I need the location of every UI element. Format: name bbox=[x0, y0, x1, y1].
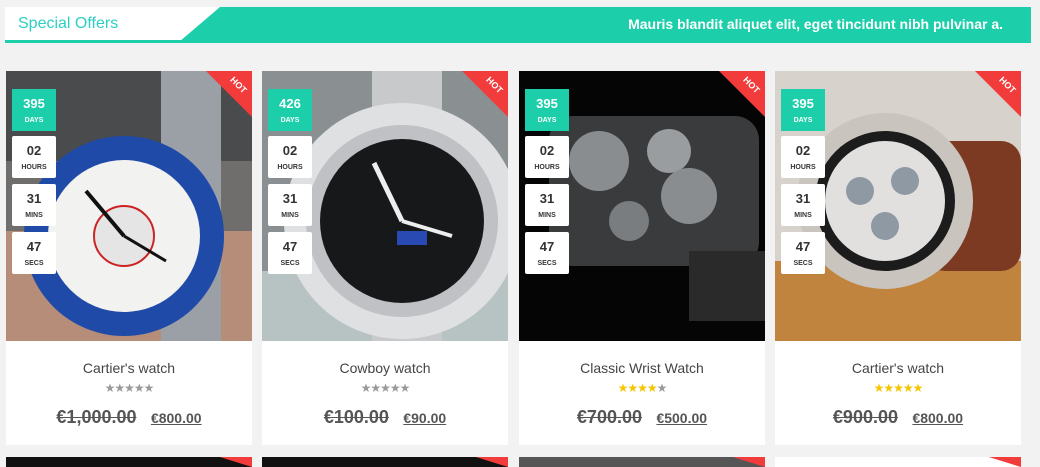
rating-stars: ★★★★★ bbox=[262, 381, 508, 395]
star-icon: ★ bbox=[133, 381, 145, 395]
rating-stars: ★★★★★ bbox=[519, 381, 765, 395]
countdown-hours: 02 HOURS bbox=[12, 136, 56, 178]
star-icon: ★ bbox=[380, 381, 391, 395]
rating-stars: ★★★★★ bbox=[775, 381, 1021, 395]
star-icon: ★ bbox=[883, 381, 894, 395]
star-icon: ★ bbox=[627, 381, 638, 395]
countdown-mins: 31 MINS bbox=[525, 184, 569, 226]
star-icon: ★ bbox=[646, 381, 658, 395]
hot-badge bbox=[219, 457, 252, 467]
star-icon: ★ bbox=[389, 381, 401, 395]
product-card-partial[interactable] bbox=[6, 457, 252, 467]
product-title[interactable]: Cartier's watch bbox=[775, 360, 1021, 376]
star-icon: ★ bbox=[104, 381, 116, 395]
countdown-secs: 47 SECS bbox=[525, 232, 569, 274]
star-icon: ★ bbox=[617, 381, 629, 395]
old-price: €900.00 bbox=[832, 407, 898, 427]
star-icon: ★ bbox=[873, 381, 885, 395]
hot-badge bbox=[988, 457, 1021, 467]
star-icon: ★ bbox=[114, 381, 125, 395]
countdown-secs: 47 SECS bbox=[268, 232, 312, 274]
new-price[interactable]: €800.00 bbox=[151, 410, 202, 426]
star-icon: ★ bbox=[370, 381, 381, 395]
rating-stars: ★★★★★ bbox=[6, 381, 252, 395]
star-icon: ★ bbox=[893, 381, 904, 395]
countdown-days: 426 DAYS bbox=[268, 89, 312, 131]
hot-badge bbox=[732, 457, 765, 467]
product-card[interactable]: HOT 395 DAYS 02 HOURS 31 MINS 47 SECS Cartie… bbox=[775, 71, 1021, 445]
hot-badge bbox=[475, 457, 508, 467]
star-icon: ★ bbox=[912, 381, 924, 395]
star-icon: ★ bbox=[124, 381, 135, 395]
product-card-partial[interactable] bbox=[775, 457, 1021, 467]
new-price[interactable]: €800.00 bbox=[912, 410, 963, 426]
old-price: €1,000.00 bbox=[56, 407, 137, 427]
old-price: €700.00 bbox=[576, 407, 642, 427]
banner-text: Mauris blandit aliquet elit, eget tincid… bbox=[628, 16, 1003, 32]
banner-title: Special Offers bbox=[18, 15, 119, 32]
countdown-hours: 02 HOURS bbox=[268, 136, 312, 178]
star-icon: ★ bbox=[902, 381, 914, 395]
special-offers-banner: Special Offers Mauris blandit aliquet el… bbox=[5, 7, 1031, 43]
star-icon: ★ bbox=[399, 381, 411, 395]
countdown-days: 395 DAYS bbox=[525, 89, 569, 131]
star-icon: ★ bbox=[360, 381, 372, 395]
product-card[interactable]: HOT 395 DAYS 02 HOURS 31 MINS 47 SECS Classi… bbox=[519, 71, 765, 445]
price-row: €100.00 €90.00 bbox=[262, 407, 508, 428]
product-title[interactable]: Cartier's watch bbox=[6, 360, 252, 376]
product-title[interactable]: Classic Wrist Watch bbox=[519, 360, 765, 376]
star-icon: ★ bbox=[143, 381, 155, 395]
countdown-secs: 47 SECS bbox=[781, 232, 825, 274]
product-card-partial[interactable] bbox=[519, 457, 765, 467]
old-price: €100.00 bbox=[323, 407, 389, 427]
star-icon: ★ bbox=[637, 381, 648, 395]
product-card[interactable]: HOT 395 DAYS 02 HOURS 31 MINS 47 SECS Cartie… bbox=[6, 71, 252, 445]
new-price[interactable]: €500.00 bbox=[656, 410, 707, 426]
banner-title-tab: Special Offers bbox=[5, 7, 220, 40]
countdown-days: 395 DAYS bbox=[12, 89, 56, 131]
countdown-hours: 02 HOURS bbox=[525, 136, 569, 178]
new-price[interactable]: €90.00 bbox=[403, 410, 446, 426]
countdown-mins: 31 MINS bbox=[268, 184, 312, 226]
product-card-partial[interactable] bbox=[262, 457, 508, 467]
star-icon: ★ bbox=[656, 381, 668, 395]
product-title[interactable]: Cowboy watch bbox=[262, 360, 508, 376]
price-row: €700.00 €500.00 bbox=[519, 407, 765, 428]
countdown-mins: 31 MINS bbox=[12, 184, 56, 226]
price-row: €1,000.00 €800.00 bbox=[6, 407, 252, 428]
product-card[interactable]: HOT 426 DAYS 02 HOURS 31 MINS 47 SECS Cowboy… bbox=[262, 71, 508, 445]
countdown-mins: 31 MINS bbox=[781, 184, 825, 226]
countdown-secs: 47 SECS bbox=[12, 232, 56, 274]
countdown-hours: 02 HOURS bbox=[781, 136, 825, 178]
countdown-days: 395 DAYS bbox=[781, 89, 825, 131]
price-row: €900.00 €800.00 bbox=[775, 407, 1021, 428]
